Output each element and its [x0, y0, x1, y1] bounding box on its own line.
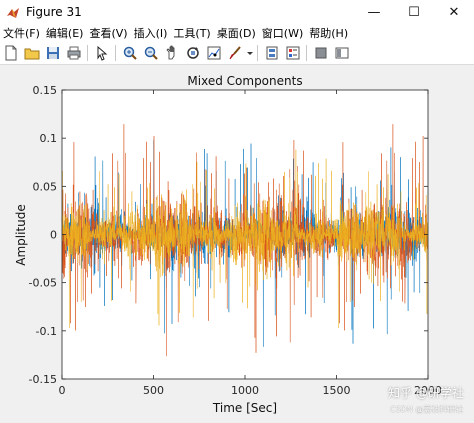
window-titlebar: Figure 31 — ☐ ✕ — [0, 0, 474, 24]
watermark-csdn: CSDN @荔枝科研社 — [390, 405, 464, 414]
toolbar-separator — [87, 45, 88, 61]
minimize-icon: — — [367, 4, 381, 20]
close-button[interactable]: ✕ — [434, 0, 474, 24]
data-cursor-icon[interactable] — [204, 43, 224, 63]
zoom-in-icon[interactable] — [120, 43, 140, 63]
y-tick-label: 0.15 — [33, 84, 58, 97]
rotate-3d-icon[interactable] — [183, 43, 203, 63]
pan-icon[interactable] — [162, 43, 182, 63]
menu-help[interactable]: 帮助(H) — [306, 25, 351, 41]
x-tick-label: 500 — [143, 384, 164, 397]
figure-canvas: -0.15 -0.1 -0.05 0 0.05 0.1 0.15 0 500 1000 1500 2… — [0, 65, 474, 419]
window-title: Figure 31 — [26, 5, 82, 19]
menu-tools[interactable]: 工具(T) — [170, 25, 213, 41]
y-tick-label: -0.05 — [29, 277, 57, 290]
toolbar-separator — [306, 45, 307, 61]
menu-bar: 文件(F) 编辑(E) 查看(V) 插入(I) 工具(T) 桌面(D) 窗口(W) 帮助(H) — [0, 24, 474, 42]
maximize-icon: ☐ — [408, 4, 420, 20]
matlab-figure-icon — [6, 5, 20, 19]
edit-plot-icon[interactable] — [92, 43, 112, 63]
menu-desktop[interactable]: 桌面(D) — [214, 25, 259, 41]
menu-edit[interactable]: 编辑(E) — [43, 25, 87, 41]
menu-insert[interactable]: 插入(I) — [131, 25, 171, 41]
y-tick-label: 0 — [50, 229, 57, 242]
toolbar-separator — [115, 45, 116, 61]
brush-dropdown-icon[interactable] — [246, 43, 254, 63]
save-icon[interactable] — [43, 43, 63, 63]
close-icon: ✕ — [448, 4, 460, 20]
x-axis-label: Time [Sec] — [212, 401, 277, 415]
hide-plot-tools-icon[interactable] — [311, 43, 331, 63]
show-plot-tools-icon[interactable] — [332, 43, 352, 63]
zoom-out-icon[interactable] — [141, 43, 161, 63]
brush-icon[interactable] — [225, 43, 245, 63]
x-tick-label: 1500 — [323, 384, 351, 397]
print-icon[interactable] — [64, 43, 84, 63]
y-tick-label: -0.15 — [29, 373, 57, 386]
chart-svg: -0.15-0.1-0.0500.050.10.15 0 500 1000 1500 2… — [14, 74, 442, 415]
figure-toolbar — [0, 42, 474, 65]
chart-title: Mixed Components — [187, 74, 302, 88]
y-tick-label: -0.1 — [36, 325, 57, 338]
menu-view[interactable]: 查看(V) — [86, 25, 130, 41]
menu-file[interactable]: 文件(F) — [0, 25, 43, 41]
y-tick-label: 0.05 — [33, 180, 58, 193]
menu-window[interactable]: 窗口(W) — [259, 25, 306, 41]
y-tick-label: 0.1 — [40, 132, 58, 145]
open-file-icon[interactable] — [22, 43, 42, 63]
maximize-button[interactable]: ☐ — [394, 0, 434, 24]
new-figure-icon[interactable] — [1, 43, 21, 63]
link-plot-icon[interactable] — [262, 43, 282, 63]
toolbar-separator — [257, 45, 258, 61]
x-tick-label: 0 — [59, 384, 66, 397]
x-tick-label: 1000 — [231, 384, 259, 397]
y-axis-label: Amplitude — [14, 204, 28, 266]
minimize-button[interactable]: — — [354, 0, 394, 24]
insert-colorbar-icon[interactable] — [283, 43, 303, 63]
watermark-zhihu: 知乎 @研学社 — [388, 386, 464, 400]
